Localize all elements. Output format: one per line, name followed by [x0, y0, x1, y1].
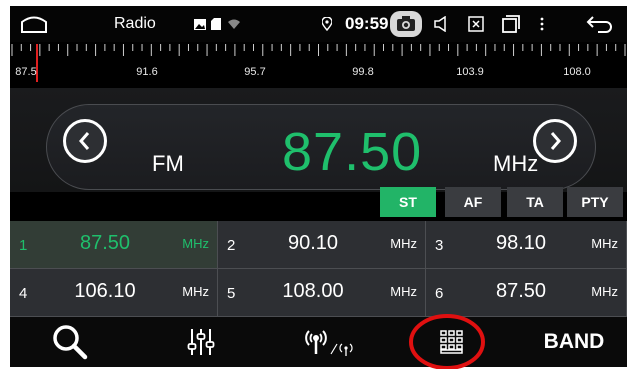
highlight-annotation	[409, 314, 485, 369]
